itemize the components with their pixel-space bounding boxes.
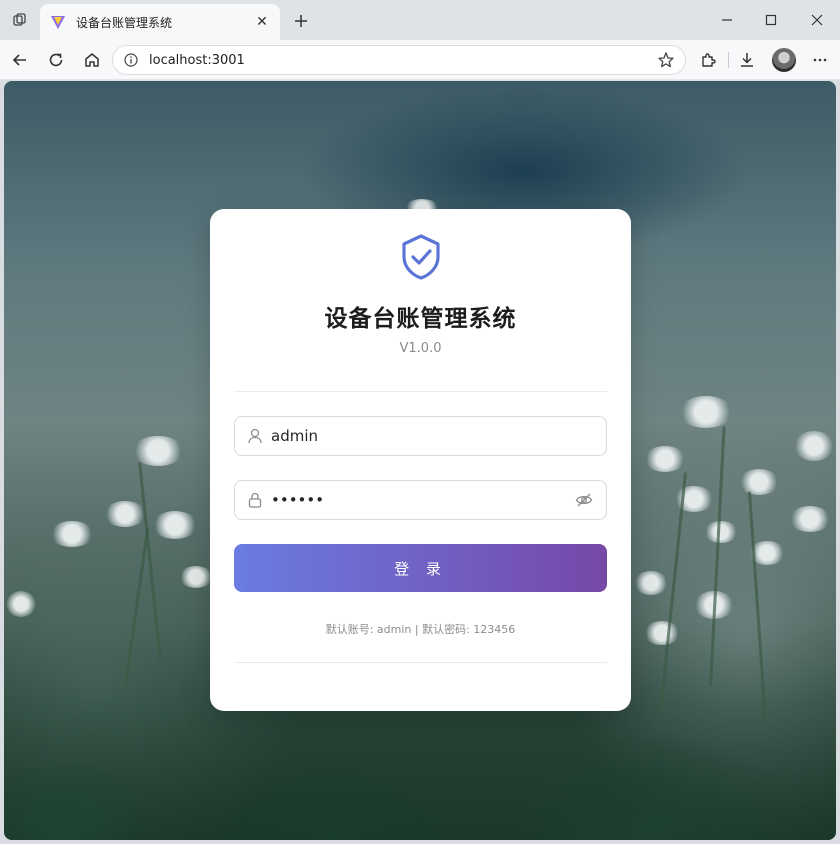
more-menu-icon[interactable] <box>808 48 832 72</box>
user-icon <box>247 428 263 444</box>
divider <box>234 662 607 663</box>
back-arrow-icon[interactable] <box>8 48 32 72</box>
tab-title: 设备台账管理系统 <box>76 15 173 30</box>
divider <box>234 391 607 392</box>
version-label: V1.0.0 <box>399 341 442 356</box>
reload-icon[interactable] <box>44 48 68 72</box>
login-button[interactable]: 登 录 <box>234 544 607 592</box>
browser-tab-bar: 设备台账管理系统 ✕ <box>0 0 840 40</box>
browser-toolbar: localhost:3001 <box>0 40 840 80</box>
background-flower <box>739 469 779 495</box>
background-flower <box>644 621 680 645</box>
profile-avatar[interactable] <box>772 48 796 72</box>
password-field[interactable] <box>234 480 607 520</box>
download-icon[interactable] <box>735 48 759 72</box>
background-flower <box>179 566 213 588</box>
shield-check-icon <box>400 233 442 281</box>
background-flower <box>704 521 738 543</box>
tab-close-icon[interactable]: ✕ <box>254 14 270 30</box>
default-credentials-hint: 默认账号: admin | 默认密码: 123456 <box>325 623 516 636</box>
minimize-icon[interactable] <box>712 8 742 32</box>
extensions-puzzle-icon[interactable] <box>696 48 720 72</box>
maximize-icon[interactable] <box>756 8 786 32</box>
background-flower <box>644 446 686 472</box>
background-flower <box>104 501 146 527</box>
background-flower <box>152 511 198 539</box>
username-field[interactable] <box>234 416 607 456</box>
bookmark-star-icon[interactable] <box>657 51 675 69</box>
new-tab-icon[interactable] <box>288 8 314 34</box>
browser-tab[interactable]: 设备台账管理系统 ✕ <box>40 4 280 40</box>
background-flower <box>794 431 834 461</box>
vite-logo-icon <box>50 14 66 30</box>
page-title: 设备台账管理系统 <box>324 306 517 332</box>
home-icon[interactable] <box>80 48 104 72</box>
address-bar[interactable]: localhost:3001 <box>112 45 686 75</box>
workspaces-icon[interactable] <box>10 10 30 30</box>
lock-icon <box>247 492 263 508</box>
page-background: 设备台账管理系统 V1.0.0 登 录 默认账号: admin | 默认密码: … <box>4 81 836 840</box>
url-text: localhost:3001 <box>149 52 245 68</box>
eye-off-icon[interactable] <box>574 490 594 510</box>
password-input[interactable] <box>271 491 574 509</box>
background-flower <box>6 591 36 617</box>
background-flower <box>634 571 668 595</box>
background-flower <box>789 506 831 532</box>
toolbar-separator <box>728 52 729 68</box>
background-flower <box>50 521 94 547</box>
login-card: 设备台账管理系统 V1.0.0 登 录 默认账号: admin | 默认密码: … <box>210 209 631 711</box>
close-window-icon[interactable] <box>802 8 832 32</box>
site-info-icon[interactable] <box>123 52 139 68</box>
background-flower <box>679 396 733 428</box>
username-input[interactable] <box>271 427 594 445</box>
